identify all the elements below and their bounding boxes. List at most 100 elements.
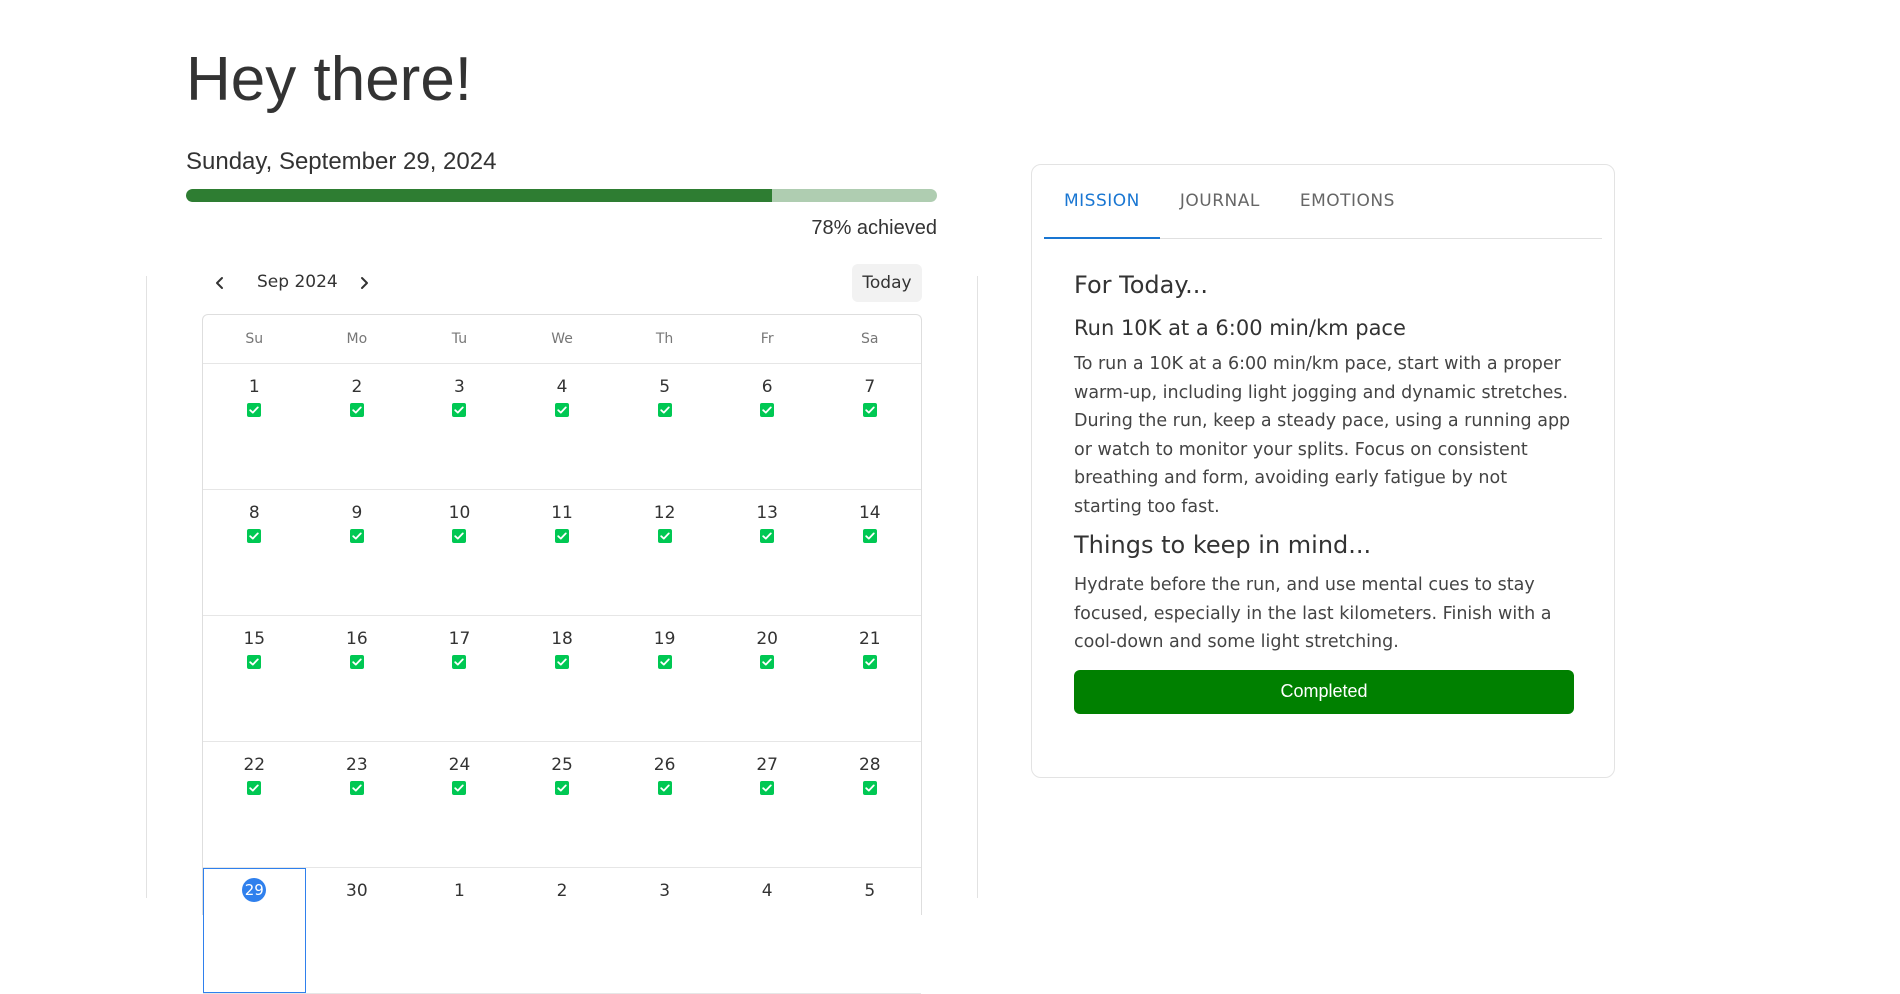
day-number: 1 — [248, 377, 260, 397]
right-divider — [977, 276, 978, 898]
calendar-day[interactable]: 25 — [511, 742, 614, 867]
checkbox-checked-icon — [760, 529, 775, 543]
calendar-day[interactable]: 3 — [613, 868, 716, 993]
chevron-left-icon — [214, 275, 226, 294]
checkbox-checked-icon — [349, 781, 364, 795]
calendar-day[interactable]: 27 — [716, 742, 819, 867]
day-number: 2 — [351, 377, 363, 397]
day-number: 4 — [761, 881, 773, 901]
checkbox-checked-icon — [555, 781, 570, 795]
day-number: 10 — [448, 503, 471, 523]
day-number: 11 — [551, 503, 573, 523]
day-number: 2 — [556, 881, 568, 901]
checkbox-checked-icon — [760, 655, 775, 669]
calendar-day[interactable]: 21 — [818, 616, 921, 741]
calendar-day[interactable]: 1 — [408, 868, 511, 993]
checkbox-checked-icon — [452, 403, 467, 417]
calendar-day[interactable]: 2 — [306, 364, 409, 489]
progress-bar — [186, 189, 937, 202]
checkbox-checked-icon — [555, 529, 570, 543]
today-button[interactable]: Today — [852, 264, 922, 302]
calendar-day[interactable]: 18 — [511, 616, 614, 741]
tab-journal[interactable]: JOURNAL — [1160, 165, 1280, 238]
calendar-week-row: 1 2 3 4 5 6 7 — [203, 364, 921, 490]
day-number: 13 — [756, 503, 778, 523]
day-number: 1 — [454, 881, 465, 901]
day-number: 14 — [858, 503, 881, 523]
day-number: 3 — [659, 881, 671, 901]
checkbox-checked-icon — [862, 781, 877, 795]
checkbox-checked-icon — [247, 655, 262, 669]
checkbox-checked-icon — [657, 655, 672, 669]
calendar-day-selected[interactable]: 29 — [203, 868, 306, 993]
current-date: Sunday, September 29, 2024 — [186, 148, 497, 175]
next-month-button[interactable] — [346, 266, 382, 302]
calendar-day[interactable]: 4 — [511, 364, 614, 489]
calendar-week-row: 15 16 17 18 19 20 21 — [203, 616, 921, 742]
calendar-day[interactable]: 4 — [716, 868, 819, 993]
calendar-day[interactable]: 23 — [306, 742, 409, 867]
completed-button[interactable]: Completed — [1074, 669, 1574, 714]
tab-emotions[interactable]: EMOTIONS — [1280, 165, 1415, 238]
day-number: 23 — [346, 755, 368, 775]
calendar-week-row: 22 23 24 25 26 27 28 — [203, 742, 921, 868]
calendar-day[interactable]: 24 — [408, 742, 511, 867]
checkbox-checked-icon — [349, 655, 364, 669]
weekday-label: Mo — [346, 331, 368, 347]
calendar-day[interactable]: 20 — [716, 616, 819, 741]
day-number: 19 — [653, 629, 676, 649]
checkbox-checked-icon — [657, 781, 672, 795]
calendar-day[interactable]: 11 — [511, 490, 614, 615]
prev-month-button[interactable] — [202, 266, 238, 302]
calendar-day[interactable]: 19 — [613, 616, 716, 741]
calendar-day[interactable]: 16 — [306, 616, 409, 741]
calendar-day[interactable]: 3 — [408, 364, 511, 489]
greeting-heading: Hey there! — [186, 45, 473, 114]
day-number: 22 — [243, 755, 266, 775]
day-number: 29 — [242, 878, 267, 902]
day-number: 6 — [761, 377, 773, 397]
calendar-day[interactable]: 1 — [203, 364, 306, 489]
chevron-right-icon — [358, 275, 370, 294]
day-number: 16 — [346, 629, 368, 649]
checkbox-checked-icon — [760, 403, 775, 417]
checkbox-checked-icon — [452, 655, 467, 669]
calendar-day[interactable]: 28 — [818, 742, 921, 867]
checkbox-checked-icon — [862, 529, 877, 543]
calendar-day[interactable]: 7 — [818, 364, 921, 489]
day-number: 27 — [756, 755, 778, 775]
calendar-day[interactable]: 12 — [613, 490, 716, 615]
calendar-day[interactable]: 2 — [511, 868, 614, 993]
calendar-day[interactable]: 5 — [613, 364, 716, 489]
calendar-toolbar: Sep 2024 Today — [202, 262, 922, 306]
checkbox-checked-icon — [657, 529, 672, 543]
checkbox-checked-icon — [555, 403, 570, 417]
day-number: 5 — [659, 377, 671, 397]
calendar-day[interactable]: 30 — [306, 868, 409, 993]
calendar-day[interactable]: 5 — [818, 868, 921, 993]
mission-card: MISSION JOURNAL EMOTIONS For Today... Run … — [1031, 164, 1615, 778]
calendar-week-row: 29 30 1 2 3 4 5 — [203, 868, 921, 994]
calendar-weekday-header: Su Mo Tu We Th Fr Sa — [203, 315, 921, 364]
calendar-day[interactable]: 14 — [818, 490, 921, 615]
day-number: 24 — [448, 755, 471, 775]
calendar-day[interactable]: 17 — [408, 616, 511, 741]
calendar-day[interactable]: 6 — [716, 364, 819, 489]
day-number: 20 — [756, 629, 778, 649]
day-number: 25 — [551, 755, 573, 775]
day-number: 5 — [864, 881, 876, 901]
calendar-day[interactable]: 13 — [716, 490, 819, 615]
tab-mission[interactable]: MISSION — [1044, 165, 1160, 239]
calendar-day[interactable]: 10 — [408, 490, 511, 615]
keep-in-mind-heading: Things to keep in mind... — [1074, 531, 1372, 559]
calendar-day[interactable]: 8 — [203, 490, 306, 615]
calendar-day[interactable]: 9 — [306, 490, 409, 615]
calendar-day[interactable]: 26 — [613, 742, 716, 867]
day-number: 17 — [448, 629, 471, 649]
checkbox-checked-icon — [760, 781, 775, 795]
calendar-day[interactable]: 15 — [203, 616, 306, 741]
day-number: 28 — [858, 755, 881, 775]
checkbox-checked-icon — [862, 655, 877, 669]
calendar-day[interactable]: 22 — [203, 742, 306, 867]
day-number: 21 — [858, 629, 881, 649]
